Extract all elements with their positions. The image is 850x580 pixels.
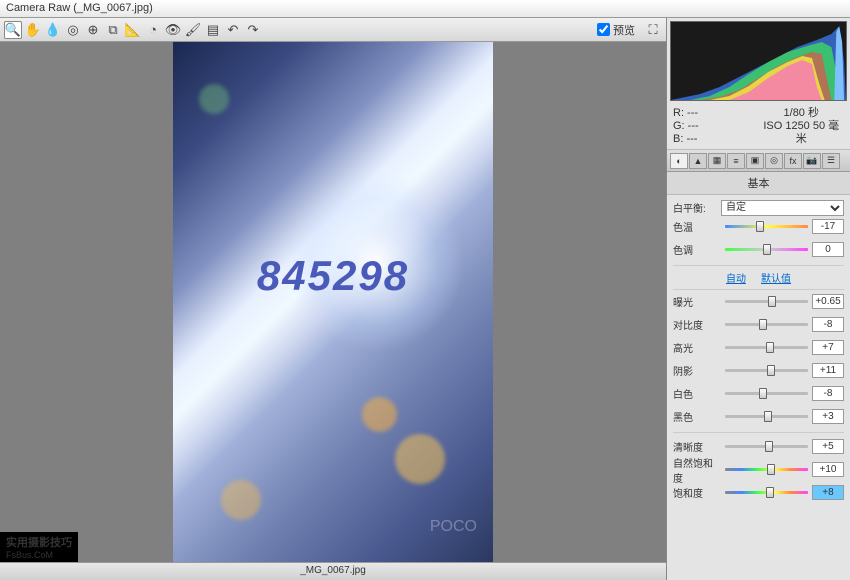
tab-split-icon[interactable]: ▣ (746, 153, 764, 169)
shadows-label: 阴影 (673, 363, 721, 378)
temp-value[interactable]: -17 (812, 219, 844, 234)
temp-slider[interactable] (725, 225, 808, 228)
zoom-tool-icon[interactable]: 🔍 (4, 21, 22, 39)
blacks-value[interactable]: +3 (812, 409, 844, 424)
whites-label: 白色 (673, 386, 721, 401)
shadows-slider[interactable] (725, 369, 808, 372)
tint-label: 色调 (673, 242, 721, 257)
rotate-ccw-icon[interactable]: ↶ (224, 21, 242, 39)
exposure-value[interactable]: +0.65 (812, 294, 844, 309)
tab-basic-icon[interactable]: ◐ (670, 153, 688, 169)
tab-fx-icon[interactable]: fx (784, 153, 802, 169)
tab-cal-icon[interactable]: 📷 (803, 153, 821, 169)
vibrance-slider[interactable] (725, 468, 808, 471)
hand-tool-icon[interactable]: ✋ (24, 21, 42, 39)
default-link[interactable]: 默认值 (761, 274, 791, 285)
spot-tool-icon[interactable]: ◔ (144, 21, 162, 39)
preview-checkbox[interactable] (597, 23, 610, 36)
poco-watermark: POCO (430, 518, 477, 536)
color-sampler-icon[interactable]: ◎ (64, 21, 82, 39)
redeye-tool-icon[interactable]: 👁 (164, 21, 182, 39)
target-adjust-icon[interactable]: ⊕ (84, 21, 102, 39)
clarity-label: 清晰度 (673, 439, 721, 454)
tint-slider[interactable] (725, 248, 808, 251)
clarity-value[interactable]: +5 (812, 439, 844, 454)
brush-tool-icon[interactable]: 🖌 (184, 21, 202, 39)
tint-value[interactable]: 0 (812, 242, 844, 257)
tab-lens-icon[interactable]: ◎ (765, 153, 783, 169)
blacks-slider[interactable] (725, 415, 808, 418)
gradient-tool-icon[interactable]: ▤ (204, 21, 222, 39)
blacks-label: 黑色 (673, 409, 721, 424)
straighten-tool-icon[interactable]: 📐 (124, 21, 142, 39)
saturation-value[interactable]: +8 (812, 485, 844, 500)
vibrance-label: 自然饱和度 (673, 455, 721, 485)
shadows-value[interactable]: +11 (812, 363, 844, 378)
tab-hsl-icon[interactable]: ≡ (727, 153, 745, 169)
highlights-label: 高光 (673, 340, 721, 355)
clarity-slider[interactable] (725, 445, 808, 448)
saturation-slider[interactable] (725, 491, 808, 494)
filename-label: _MG_0067.jpg (0, 562, 666, 580)
panel-title: 基本 (667, 172, 850, 195)
window-title: Camera Raw (_MG_0067.jpg) (0, 0, 850, 18)
tab-curve-icon[interactable]: ▲ (689, 153, 707, 169)
panel-tabs: ◐ ▲ ▦ ≡ ▣ ◎ fx 📷 ☰ (667, 150, 850, 172)
tab-preset-icon[interactable]: ☰ (822, 153, 840, 169)
photo-preview: 845298 POCO (173, 42, 493, 562)
crop-tool-icon[interactable]: ⧉ (104, 21, 122, 39)
contrast-label: 对比度 (673, 317, 721, 332)
settings-panel: R: ---G: ---B: --- 1/80 秒ISO 1250 50 毫米 … (666, 18, 850, 580)
watermark-text: 845298 (257, 252, 409, 300)
whites-slider[interactable] (725, 392, 808, 395)
whites-value[interactable]: -8 (812, 386, 844, 401)
preview-label: 预览 (613, 22, 635, 38)
tab-detail-icon[interactable]: ▦ (708, 153, 726, 169)
wb-select[interactable]: 自定 (721, 200, 844, 216)
contrast-slider[interactable] (725, 323, 808, 326)
toolbar: 🔍 ✋ 💧 ◎ ⊕ ⧉ 📐 ◔ 👁 🖌 ▤ ↶ ↷ 预览 ⛶ (0, 18, 666, 42)
vibrance-value[interactable]: +10 (812, 462, 844, 477)
exposure-label: 曝光 (673, 294, 721, 309)
fullscreen-icon[interactable]: ⛶ (644, 21, 662, 39)
exposure-slider[interactable] (725, 300, 808, 303)
auto-link[interactable]: 自动 (726, 274, 746, 285)
wb-label: 白平衡: (673, 200, 721, 215)
histogram[interactable] (670, 21, 847, 101)
wb-tool-icon[interactable]: 💧 (44, 21, 62, 39)
corner-badge: 实用摄影技巧 FsBus.CoM (0, 532, 78, 562)
saturation-label: 饱和度 (673, 485, 721, 500)
highlights-slider[interactable] (725, 346, 808, 349)
image-canvas[interactable]: 845298 POCO 实用摄影技巧 FsBus.CoM (0, 42, 666, 562)
highlights-value[interactable]: +7 (812, 340, 844, 355)
temp-label: 色温 (673, 219, 721, 234)
exif-info: R: ---G: ---B: --- 1/80 秒ISO 1250 50 毫米 (667, 104, 850, 150)
contrast-value[interactable]: -8 (812, 317, 844, 332)
rotate-cw-icon[interactable]: ↷ (244, 21, 262, 39)
